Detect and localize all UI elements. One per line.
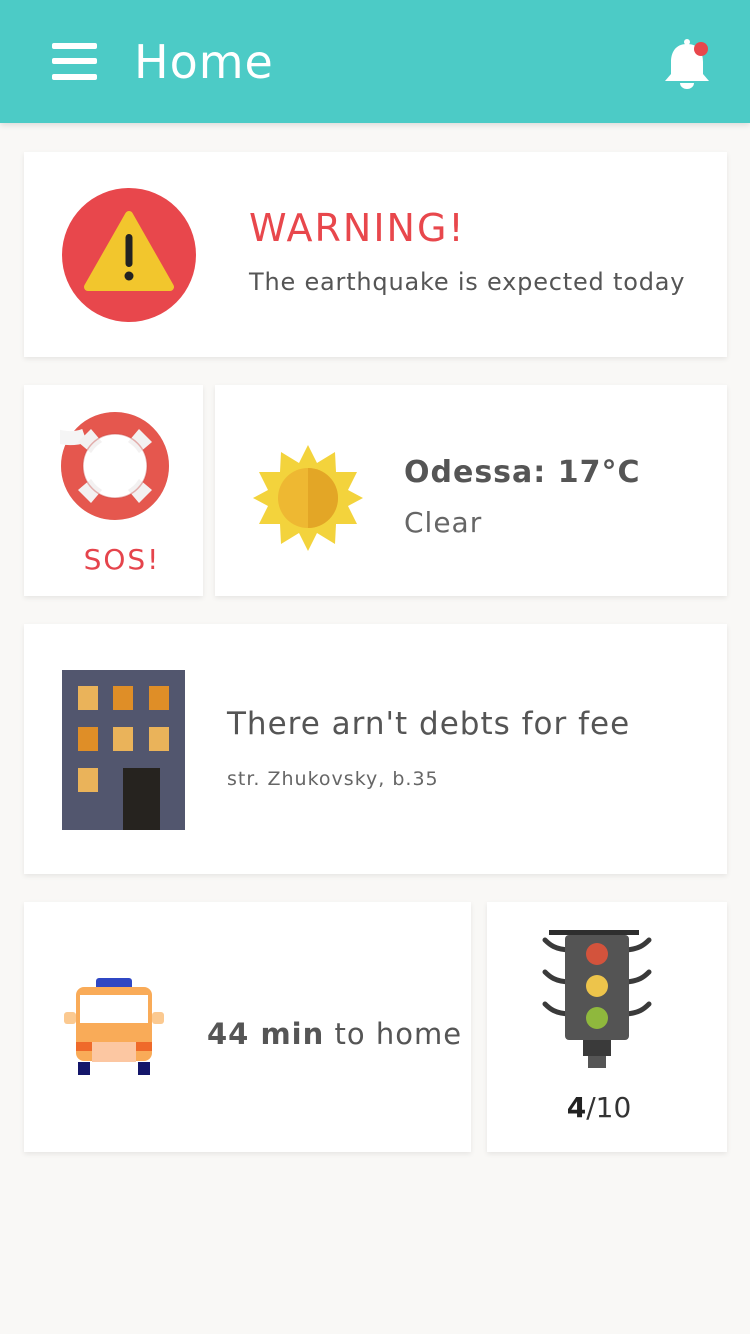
- weather-city-temperature: Odessa: 17°C: [404, 455, 641, 490]
- house-fee-status: There arn't debts for fee: [227, 706, 631, 742]
- traffic-score-max: /10: [586, 1091, 632, 1124]
- weather-card[interactable]: Odessa: 17°C Clear: [215, 385, 727, 596]
- route-home-card[interactable]: 44 min to home: [24, 902, 471, 1152]
- warning-triangle-icon: [62, 188, 196, 322]
- route-time: 44 min: [207, 1017, 325, 1051]
- warning-card[interactable]: WARNING! The earthquake is expected toda…: [24, 152, 727, 357]
- lifebuoy-icon: [60, 412, 169, 520]
- apartment-building-icon: [62, 670, 185, 830]
- sun-icon: [253, 445, 363, 551]
- sos-button[interactable]: SOS!: [24, 385, 203, 596]
- traffic-score-value: 4: [566, 1091, 587, 1124]
- weather-condition: Clear: [404, 506, 483, 539]
- unread-badge: [694, 42, 708, 56]
- notification-bell-icon[interactable]: [660, 36, 714, 92]
- route-time-to-home: 44 min to home: [207, 1012, 462, 1056]
- house-address: str. Zhukovsky, b.35: [227, 768, 439, 790]
- route-suffix: to home: [334, 1017, 463, 1051]
- traffic-card[interactable]: 4/10: [487, 902, 727, 1152]
- house-fee-card[interactable]: There arn't debts for fee str. Zhukovsky…: [24, 624, 727, 874]
- warning-message: The earthquake is expected today: [249, 268, 686, 296]
- app-bar: Home: [0, 0, 750, 123]
- traffic-light-icon: [542, 930, 652, 1068]
- taxi-car-icon: [64, 978, 164, 1075]
- sos-label: SOS!: [83, 543, 161, 576]
- warning-title: WARNING!: [249, 206, 466, 250]
- hamburger-menu-icon[interactable]: [52, 43, 97, 80]
- page-title: Home: [134, 35, 274, 89]
- traffic-score: 4/10: [487, 1088, 711, 1128]
